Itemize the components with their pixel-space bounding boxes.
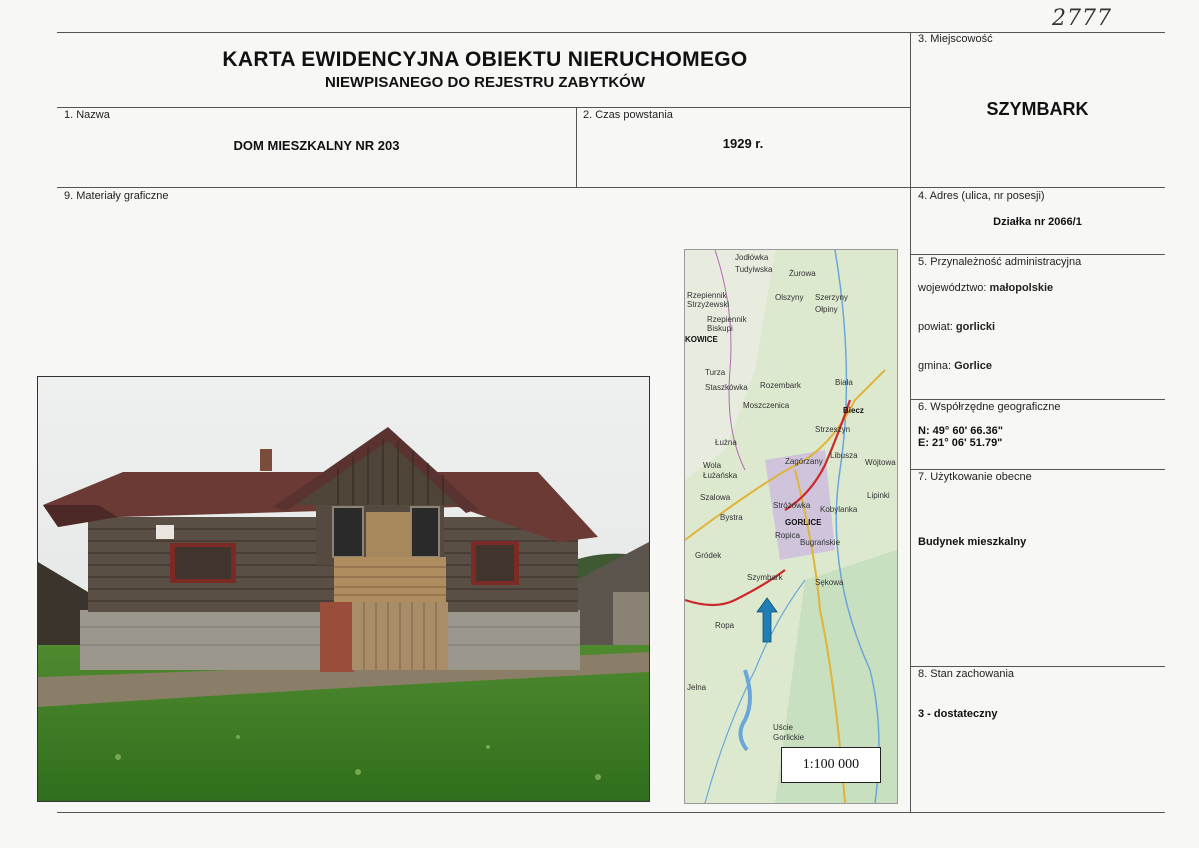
svg-text:Łużna: Łużna (715, 438, 737, 447)
svg-text:Bugrańskie: Bugrańskie (800, 538, 841, 547)
svg-text:Rzepiennik: Rzepiennik (707, 315, 748, 324)
svg-text:Zagórzany: Zagórzany (785, 457, 823, 466)
svg-text:Moszczenica: Moszczenica (743, 401, 790, 410)
card-subtitle: NIEWPISANEGO DO REJESTRU ZABYTKÓW (324, 74, 646, 91)
record-card: 2777 KARTA EWIDENCYJNA OBIEKTU NIERUCHOM… (0, 0, 1199, 848)
svg-text:Tudyiwska: Tudyiwska (735, 265, 773, 274)
svg-text:Turza: Turza (705, 368, 726, 377)
address-label: 4. Adres (ulica, nr posesji) (918, 190, 1045, 202)
top-border (57, 32, 1165, 33)
svg-text:GORLICE: GORLICE (785, 518, 822, 527)
coords-n: N: 49° 60' 66.36" (918, 425, 1004, 437)
condition-value: 3 - dostateczny (918, 708, 998, 720)
svg-text:Kobylanka: Kobylanka (820, 505, 858, 514)
svg-text:Wójtowa: Wójtowa (865, 458, 896, 467)
map-graphic: Jodłówka Tudyiwska Żurowa Rzepiennik Str… (685, 250, 897, 803)
usage-label: 7. Użytkowanie obecne (918, 471, 1032, 483)
divider-row2 (57, 187, 1165, 188)
divider-condition (910, 666, 1165, 667)
svg-text:Sękowa: Sękowa (815, 578, 844, 587)
voivodeship-row: województwo: małopolskie (918, 282, 1053, 294)
coords-label: 6. Współrzędne geograficzne (918, 401, 1061, 413)
svg-text:Jelna: Jelna (687, 683, 707, 692)
svg-text:Libusza: Libusza (830, 451, 858, 460)
bottom-border (57, 812, 1165, 813)
svg-text:Stróżówka: Stróżówka (773, 501, 811, 510)
commune-value: Gorlice (954, 360, 992, 372)
commune-label: gmina: (918, 360, 952, 372)
house-illustration (38, 377, 649, 801)
name-label: 1. Nazwa (64, 109, 110, 121)
svg-text:Szalowa: Szalowa (700, 493, 731, 502)
svg-text:Uście: Uście (773, 723, 794, 732)
svg-text:Ropica: Ropica (775, 531, 800, 540)
svg-text:Wola: Wola (703, 461, 722, 470)
voivodeship-label: województwo: (918, 282, 987, 294)
house-photo (37, 376, 650, 802)
svg-text:Ropa: Ropa (715, 621, 735, 630)
commune-row: gmina: Gorlice (918, 360, 992, 372)
svg-text:Łużańska: Łużańska (703, 471, 738, 480)
divider-address (910, 254, 1165, 255)
svg-text:Olszyny: Olszyny (775, 293, 803, 302)
period-value: 1929 r. (722, 136, 764, 151)
coords-e: E: 21° 06' 51.79" (918, 437, 1003, 449)
svg-text:Bystra: Bystra (720, 513, 743, 522)
map-scale: 1:100 000 (781, 747, 881, 783)
svg-text:Biskupi: Biskupi (707, 324, 733, 333)
svg-text:Żurowa: Żurowa (789, 269, 816, 278)
svg-text:Strzyżewski: Strzyżewski (687, 300, 729, 309)
svg-text:Strzeszyn: Strzeszyn (815, 425, 850, 434)
svg-text:Jodłówka: Jodłówka (735, 253, 769, 262)
locality-label: 3. Miejscowość (918, 33, 993, 45)
condition-label: 8. Stan zachowania (918, 668, 1015, 680)
svg-text:KOWICE: KOWICE (685, 335, 719, 344)
graphics-label: 9. Materiały graficzne (64, 190, 169, 202)
svg-text:Rzepiennik: Rzepiennik (687, 291, 728, 300)
county-row: powiat: gorlicki (918, 321, 995, 333)
period-label: 2. Czas powstania (583, 109, 673, 121)
divider-usage (910, 469, 1165, 470)
divider-coords (910, 399, 1165, 400)
svg-text:Rozembark: Rozembark (760, 381, 802, 390)
svg-text:Gorlickie: Gorlickie (773, 733, 805, 742)
svg-text:Staszkówka: Staszkówka (705, 383, 748, 392)
svg-text:Lipinki: Lipinki (867, 491, 890, 500)
handwritten-number: 2777 (1052, 6, 1112, 31)
card-title: KARTA EWIDENCYJNA OBIEKTU NIERUCHOMEGO (222, 48, 748, 71)
svg-text:Szymbark: Szymbark (747, 573, 784, 582)
svg-text:Biała: Biała (835, 378, 853, 387)
name-value: DOM MIESZKALNY NR 203 (233, 138, 400, 153)
usage-value: Budynek mieszkalny (918, 536, 1027, 548)
county-label: powiat: (918, 321, 953, 333)
divider-row1 (57, 107, 910, 108)
locality-value: SZYMBARK (986, 99, 1089, 119)
county-value: gorlicki (955, 321, 996, 333)
svg-text:Biecz: Biecz (843, 406, 864, 415)
svg-text:Ołpiny: Ołpiny (815, 305, 838, 314)
svg-text:Szerzyny: Szerzyny (815, 293, 848, 302)
admin-label: 5. Przynależność administracyjna (918, 256, 1082, 268)
svg-text:Gródek: Gródek (695, 551, 722, 560)
location-map: Jodłówka Tudyiwska Żurowa Rzepiennik Str… (684, 249, 898, 804)
divider-right-column (910, 32, 911, 812)
voivodeship-value: małopolskie (989, 282, 1054, 294)
address-value: Działka nr 2066/1 (993, 216, 1082, 228)
